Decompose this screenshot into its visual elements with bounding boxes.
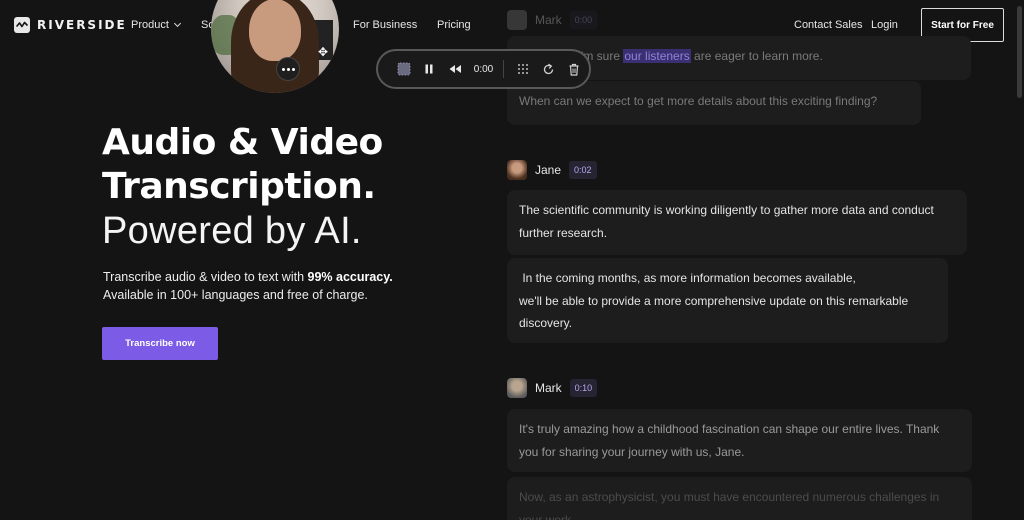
avatar <box>507 160 527 180</box>
transcript-bubble[interactable]: The scientific community is working dili… <box>507 190 967 255</box>
transcript-text: are eager to learn more. <box>690 49 823 63</box>
timestamp-badge[interactable]: 0:10 <box>569 379 598 397</box>
transcript-text: Now, as an astrophysicist, you must have… <box>519 490 940 520</box>
transcript-bubble[interactable]: It's truly amazing how a childhood fasci… <box>507 409 972 472</box>
hero-title: Audio & Video Transcription. Powered by … <box>102 121 383 253</box>
speaker-name: Mark <box>535 13 562 27</box>
hero-subtitle-text: Available in 100+ languages and free of … <box>103 288 368 302</box>
speaker-header: Mark 0:00 <box>507 10 598 30</box>
player-controls: 0:00 <box>376 49 591 89</box>
chevron-down-icon <box>173 19 181 28</box>
transcribe-now-button[interactable]: Transcribe now <box>102 327 218 360</box>
pause-button[interactable] <box>419 58 441 80</box>
trash-icon <box>569 63 579 76</box>
nav-product-label: Product <box>131 19 169 31</box>
transcript-text: we'll be able to provide a more comprehe… <box>519 293 909 331</box>
hero-subtitle: Transcribe audio & video to text with 99… <box>103 268 393 304</box>
rewind-icon <box>449 65 461 73</box>
brand-name: RIVERSIDE <box>37 18 127 32</box>
hero-title-line: Transcription. <box>102 166 376 207</box>
page-scrollbar[interactable] <box>1014 0 1024 520</box>
transcript-text: When can we expect to get more details a… <box>519 94 878 108</box>
rewind-button[interactable] <box>444 58 466 80</box>
accuracy-highlight: 99% accuracy. <box>307 270 393 284</box>
delete-button[interactable] <box>563 58 585 80</box>
nav-pricing[interactable]: Pricing <box>437 19 471 31</box>
speaker-name: Mark <box>535 381 562 395</box>
nav-business[interactable]: For Business <box>353 19 417 31</box>
move-cursor-icon: ✥ <box>318 45 329 59</box>
hero-title-line: Audio & Video <box>102 122 383 163</box>
transcript-bubble[interactable]: In the coming months, as more informatio… <box>507 258 948 343</box>
transcript-text: In the coming months, as more informatio… <box>519 271 856 285</box>
stop-button[interactable] <box>393 58 415 80</box>
transcript-text: It's truly amazing how a childhood fasci… <box>519 422 940 459</box>
avatar <box>507 378 527 398</box>
speaker-face <box>249 0 301 61</box>
playback-time: 0:00 <box>473 63 494 75</box>
timestamp-badge[interactable]: 0:00 <box>569 11 598 29</box>
dot-grid-icon <box>518 64 529 74</box>
speaker-header: Mark 0:10 <box>507 378 598 398</box>
pause-icon <box>425 64 433 74</box>
reset-button[interactable] <box>538 58 560 80</box>
transcript-text: The scientific community is working dili… <box>519 203 934 240</box>
nav-product[interactable]: Product <box>131 19 181 31</box>
more-options-icon[interactable] <box>276 57 300 81</box>
grid-button[interactable] <box>512 58 534 80</box>
transcript-bubble[interactable]: Now, as an astrophysicist, you must have… <box>507 477 972 520</box>
hero-subtitle-text: Transcribe audio & video to text with <box>103 270 308 284</box>
refresh-icon <box>544 63 554 74</box>
scroll-thumb[interactable] <box>1017 6 1022 98</box>
speaker-name: Jane <box>535 163 562 177</box>
stop-icon <box>397 62 411 76</box>
brand-logo[interactable]: RIVERSIDE <box>14 17 127 33</box>
hero-title-line: Powered by AI. <box>102 210 362 252</box>
avatar <box>507 10 527 30</box>
highlighted-word[interactable]: our listeners <box>623 49 691 63</box>
timestamp-badge[interactable]: 0:02 <box>569 161 597 179</box>
divider <box>503 60 505 78</box>
speaker-header: Jane 0:02 <box>507 160 597 180</box>
waveform-icon <box>14 17 30 33</box>
